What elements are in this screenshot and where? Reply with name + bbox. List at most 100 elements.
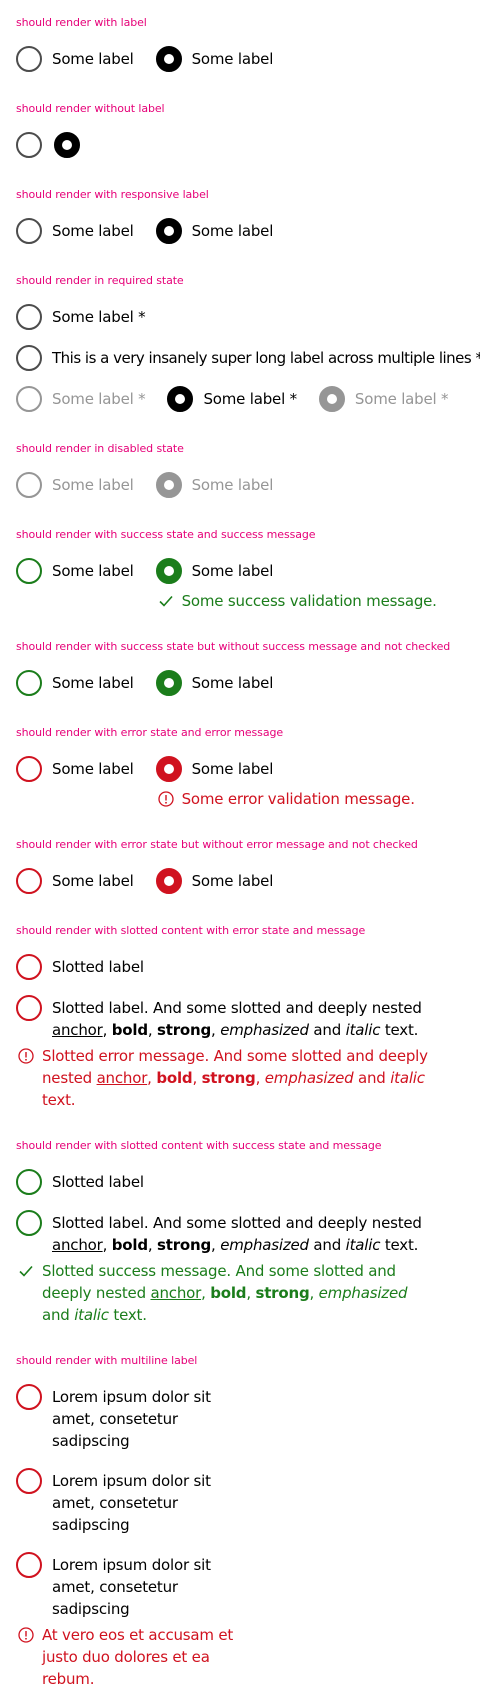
radio-checked-disabled — [318, 386, 345, 412]
radio-row: Some label * — [16, 304, 464, 330]
radio-checked-success[interactable] — [155, 670, 182, 696]
radio-checked[interactable] — [167, 386, 194, 412]
message-text: text. — [108, 1306, 147, 1324]
section-title: should render with label — [16, 16, 147, 29]
radio-label: Some label * — [52, 308, 146, 326]
radio-option[interactable]: Some label — [155, 558, 415, 584]
radio-label: Some label * — [203, 390, 297, 408]
radio-option[interactable]: Slotted label. And some slotted and deep… — [16, 995, 454, 1041]
section-title: should render with slotted content with … — [16, 924, 366, 937]
radio-checked[interactable] — [155, 218, 182, 244]
radio-unchecked-error[interactable] — [16, 1468, 42, 1494]
strong-text: strong — [201, 1069, 256, 1087]
radio-label: Some label — [52, 760, 134, 778]
italic-text: italic — [74, 1306, 109, 1324]
emphasized-text: emphasized — [264, 1069, 354, 1087]
radio-option[interactable]: This is a very insanely super long label… — [16, 345, 480, 371]
message-text: , — [192, 1069, 202, 1087]
radio-unchecked[interactable] — [16, 345, 42, 371]
radio-unchecked-error[interactable] — [16, 995, 42, 1021]
slotted-error-message-text: Slotted error message. And some slotted … — [42, 1045, 438, 1111]
section-title: should render with success state and suc… — [16, 528, 316, 541]
radio-checked-success[interactable] — [155, 558, 182, 584]
radio-unchecked[interactable] — [16, 218, 42, 244]
radio-unchecked[interactable] — [16, 46, 42, 72]
radio-option[interactable] — [16, 132, 42, 158]
section-title: should render with slotted content with … — [16, 1139, 382, 1152]
radio-option[interactable]: Lorem ipsum dolor sit amet, consetetur s… — [16, 1468, 252, 1536]
radio-checked[interactable] — [155, 46, 182, 72]
strong-text: strong — [255, 1284, 310, 1302]
radio-option[interactable]: Slotted label — [16, 954, 144, 980]
label-text: , — [211, 1021, 221, 1039]
nested-anchor-link[interactable]: anchor — [52, 1021, 103, 1039]
radio-option[interactable] — [54, 132, 80, 158]
section-success-without-message: should render with success state but wit… — [16, 640, 464, 696]
radio-label: Some label — [191, 760, 274, 778]
section-title: should render with multiline label — [16, 1354, 198, 1367]
radio-unchecked-success[interactable] — [16, 1210, 42, 1236]
radio-label: Some label — [52, 222, 134, 240]
radio-checked[interactable] — [54, 132, 80, 158]
radio-row: Some label Some label Some error validat… — [16, 756, 464, 810]
radio-label: Some label * — [354, 390, 449, 408]
radio-option[interactable]: Some label — [155, 868, 273, 894]
radio-unchecked-success[interactable] — [16, 670, 42, 696]
radio-option[interactable]: Lorem ipsum dolor sit amet, consetetur s… — [16, 1552, 252, 1620]
radio-unchecked-success[interactable] — [16, 1169, 42, 1195]
checkmark-icon — [19, 1265, 33, 1277]
radio-option[interactable]: Some label * — [167, 386, 297, 412]
bold-text: bold — [210, 1284, 247, 1302]
radio-checked-disabled — [155, 472, 182, 498]
radio-unchecked[interactable] — [16, 132, 42, 158]
radio-unchecked-error[interactable] — [16, 1384, 42, 1410]
radio-option[interactable]: Lorem ipsum dolor sit amet, consetetur s… — [16, 1384, 252, 1452]
radio-button-test-page: should render with label Some label Some… — [0, 0, 480, 1690]
error-message-text: Some error validation message. — [181, 790, 415, 808]
error-message: Some error validation message. — [157, 788, 415, 810]
radio-unchecked-error[interactable] — [16, 756, 42, 782]
radio-row: Some label Some label — [16, 472, 464, 498]
section-title: should render with error state and error… — [16, 726, 284, 739]
radio-label: Some label — [52, 562, 134, 580]
radio-label-multiline: Lorem ipsum dolor sit amet, consetetur s… — [52, 1388, 211, 1450]
radio-with-message: Some label Some error validation message… — [155, 756, 415, 810]
radio-label: Some label — [191, 476, 274, 494]
radio-unchecked-error[interactable] — [16, 868, 42, 894]
radio-option[interactable]: Some label — [16, 670, 134, 696]
radio-unchecked[interactable] — [16, 304, 42, 330]
radio-option[interactable]: Some label — [16, 756, 134, 782]
section-title: should render in required state — [16, 274, 184, 287]
label-text: , — [147, 1236, 158, 1254]
nested-anchor-link[interactable]: anchor — [97, 1069, 148, 1087]
section-title: should render in disabled state — [16, 442, 184, 455]
radio-option[interactable]: Some label — [16, 868, 134, 894]
radio-unchecked-success[interactable] — [16, 558, 42, 584]
radio-label: Slotted label — [52, 1173, 144, 1191]
radio-label: Some label — [191, 50, 274, 68]
label-text: , — [147, 1021, 158, 1039]
radio-option[interactable]: Some label * — [16, 304, 146, 330]
message-text: , — [201, 1284, 211, 1302]
radio-option[interactable]: Some label — [16, 218, 134, 244]
radio-option[interactable]: Slotted label — [16, 1169, 144, 1195]
radio-label: Some label — [52, 476, 134, 494]
nested-anchor-link[interactable]: anchor — [150, 1284, 201, 1302]
radio-checked-error[interactable] — [155, 868, 182, 894]
radio-row: Slotted label — [16, 1169, 464, 1195]
radio-option[interactable]: Some label — [16, 558, 134, 584]
radio-unchecked-error[interactable] — [16, 1552, 42, 1578]
radio-row: Slotted label. And some slotted and deep… — [16, 1210, 464, 1256]
radio-checked-error[interactable] — [155, 756, 182, 782]
message-text: text. — [42, 1091, 76, 1109]
radio-option[interactable]: Some label — [155, 218, 273, 244]
nested-anchor-link[interactable]: anchor — [52, 1236, 103, 1254]
message-text: , — [147, 1069, 157, 1087]
radio-unchecked-error[interactable] — [16, 954, 42, 980]
radio-option[interactable]: Some label — [155, 46, 274, 72]
radio-option[interactable]: Some label — [16, 46, 134, 72]
radio-option[interactable]: Slotted label. And some slotted and deep… — [16, 1210, 454, 1256]
radio-option[interactable]: Some label — [155, 670, 273, 696]
radio-option[interactable]: Some label — [155, 756, 393, 782]
slotted-rich-label: Slotted label. And some slotted and deep… — [52, 997, 454, 1041]
